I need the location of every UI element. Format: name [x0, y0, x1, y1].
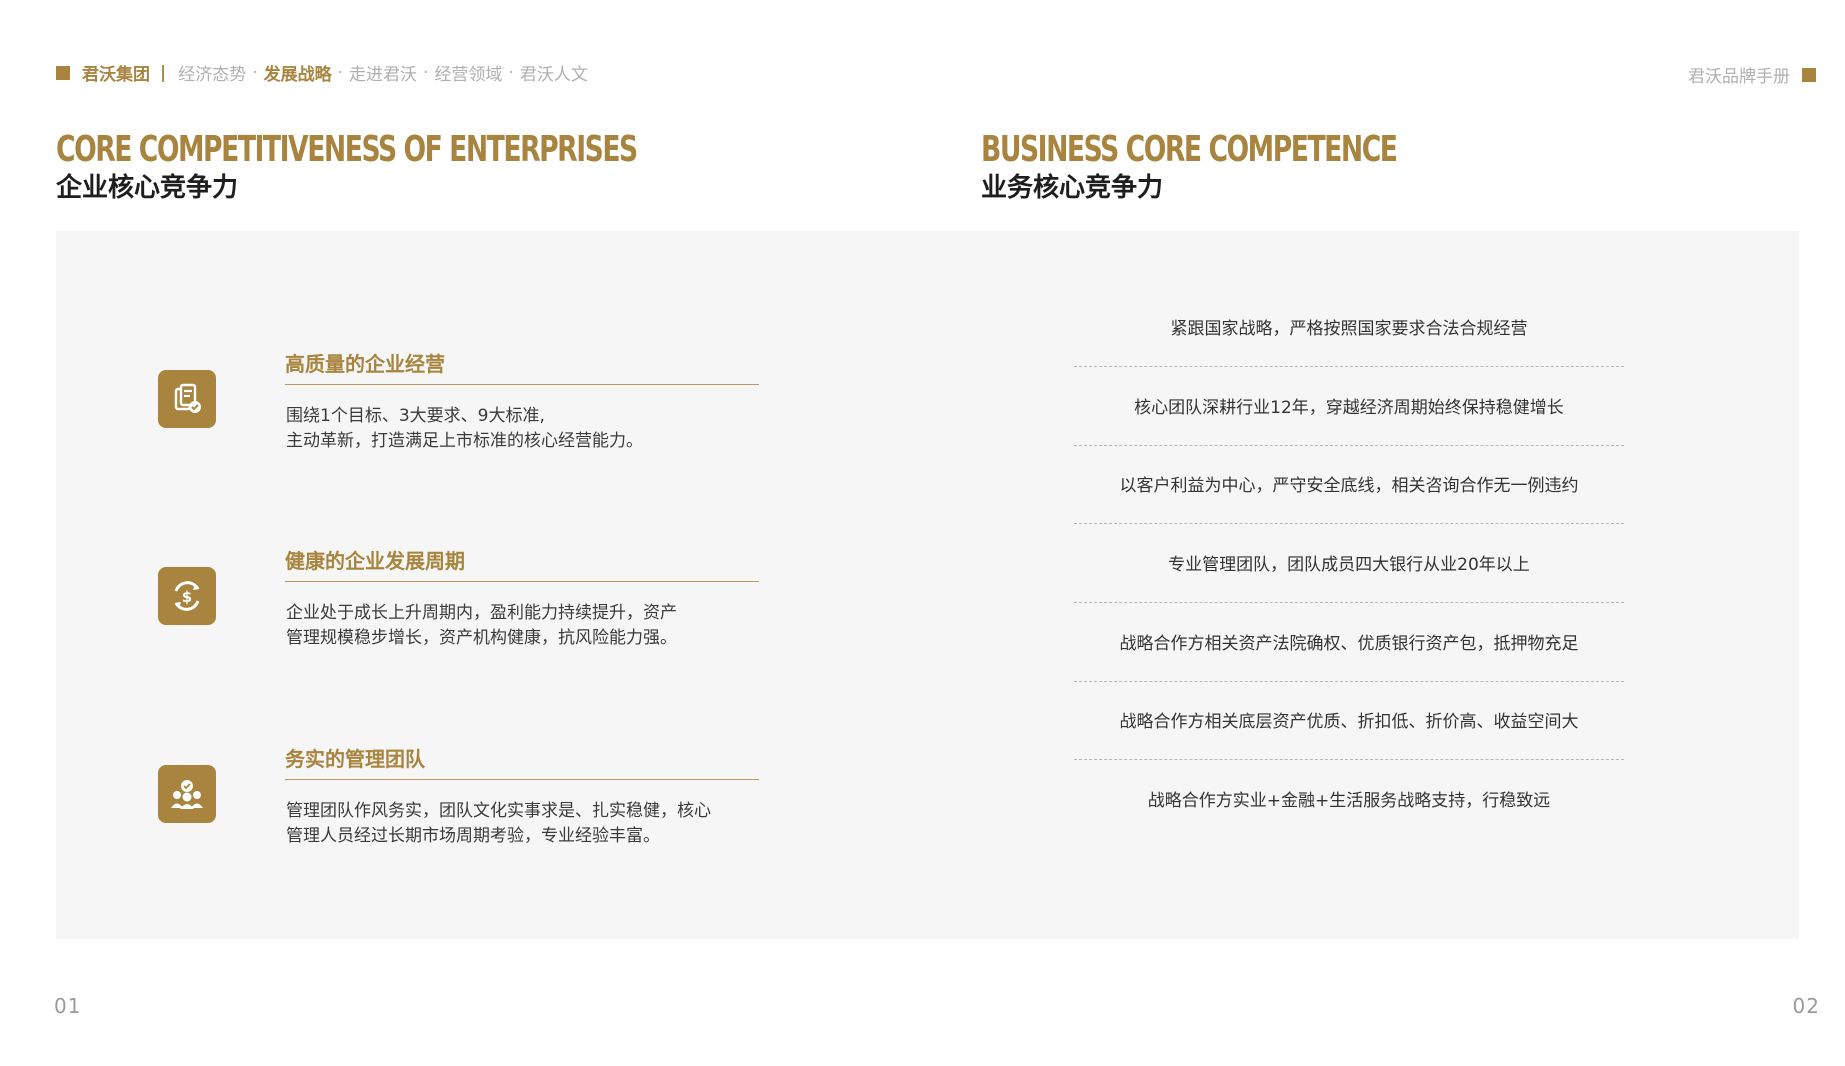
- nav-dot: ·: [337, 62, 344, 83]
- dashed-divider: [1074, 602, 1624, 604]
- feature-description: 管理团队作风务实，团队文化实事求是、扎实稳健，核心 管理人员经过长期市场周期考验…: [286, 799, 711, 849]
- competence-list: 紧跟国家战略，严格按照国家要求合法合规经营 核心团队深耕行业12年，穿越经济周期…: [1074, 319, 1624, 870]
- description-line: 管理团队作风务实，团队文化实事求是、扎实稳健，核心: [286, 801, 711, 821]
- nav-item-economy[interactable]: 经济态势: [178, 60, 246, 85]
- nav-dot: ·: [508, 62, 514, 83]
- gold-square-marker: [56, 65, 70, 80]
- list-item-text: 战略合作方实业+金融+生活服务战略支持，行稳致远: [1147, 791, 1551, 812]
- feature-title: 务实的管理团队: [285, 747, 425, 771]
- breadcrumb-nav: 君沃集团 | 经济态势 · 发展战略 · 走进君沃 · 经营领域 · 君沃人文: [56, 60, 588, 85]
- content-panel: 高质量的企业经营 围绕1个目标、3大要求、9大标准, 主动革新，打造满足上市标准…: [56, 231, 1799, 939]
- team-icon: [158, 765, 216, 823]
- left-title-en: CORE COMPETITIVENESS OF ENTERPRISES: [56, 129, 638, 170]
- feature-item: 高质量的企业经营 围绕1个目标、3大要求、9大标准, 主动革新，打造满足上市标准…: [56, 341, 776, 501]
- list-item-text: 专业管理团队，团队成员四大银行从业20年以上: [1168, 555, 1530, 576]
- document-check-icon: [158, 370, 216, 428]
- list-item: 紧跟国家战略，严格按照国家要求合法合规经营: [1074, 319, 1624, 398]
- dashed-divider: [1074, 759, 1624, 761]
- nav-item-culture[interactable]: 君沃人文: [520, 60, 588, 85]
- manual-text: 君沃品牌手册: [1688, 67, 1790, 87]
- right-title-zh: 业务核心竞争力: [981, 173, 1164, 203]
- svg-text:$: $: [182, 588, 192, 606]
- nav-dot: ·: [252, 62, 258, 83]
- list-item-text: 核心团队深耕行业12年，穿越经济周期始终保持稳健增长: [1134, 397, 1564, 418]
- list-item: 专业管理团队，团队成员四大银行从业20年以上: [1074, 555, 1624, 634]
- dashed-divider: [1074, 523, 1624, 525]
- list-item: 战略合作方相关资产法院确权、优质银行资产包，抵押物充足: [1074, 634, 1624, 713]
- feature-description: 企业处于成长上升周期内，盈利能力持续提升，资产 管理规模稳步增长，资产机构健康，…: [286, 601, 677, 651]
- feature-underline: [285, 779, 759, 780]
- nav-brand[interactable]: 君沃集团: [82, 60, 150, 85]
- dollar-cycle-icon: $: [158, 567, 216, 625]
- list-item: 以客户利益为中心，严守安全底线，相关咨询合作无一例违约: [1074, 476, 1624, 555]
- list-item-text: 战略合作方相关资产法院确权、优质银行资产包，抵押物充足: [1119, 633, 1579, 654]
- list-item-text: 战略合作方相关底层资产优质、折扣低、折价高、收益空间大: [1119, 712, 1579, 733]
- nav-item-strategy[interactable]: 发展战略: [264, 60, 332, 85]
- description-line: 主动革新，打造满足上市标准的核心经营能力。: [286, 431, 643, 451]
- description-line: 围绕1个目标、3大要求、9大标准,: [286, 406, 545, 426]
- dashed-divider: [1074, 680, 1624, 682]
- nav-item-about[interactable]: 走进君沃: [349, 60, 417, 85]
- feature-title: 健康的企业发展周期: [285, 549, 465, 573]
- right-title-en: BUSINESS CORE COMPETENCE: [981, 129, 1398, 170]
- list-item: 战略合作方实业+金融+生活服务战略支持，行稳致远: [1074, 791, 1624, 870]
- description-line: 管理人员经过长期市场周期考验，专业经验丰富。: [286, 826, 660, 846]
- list-item-text: 以客户利益为中心，严守安全底线，相关咨询合作无一例违约: [1119, 476, 1579, 497]
- list-item: 核心团队深耕行业12年，穿越经济周期始终保持稳健增长: [1074, 398, 1624, 477]
- feature-underline: [285, 581, 759, 582]
- nav-dot: ·: [423, 62, 429, 83]
- nav-item-business[interactable]: 经营领域: [434, 60, 502, 85]
- dashed-divider: [1074, 444, 1624, 446]
- list-item: 战略合作方相关底层资产优质、折扣低、折价高、收益空间大: [1074, 712, 1624, 791]
- page-number-right: 02: [1792, 994, 1820, 1018]
- gold-square-marker: [1802, 67, 1816, 82]
- description-line: 管理规模稳步增长，资产机构健康，抗风险能力强。: [286, 628, 677, 648]
- feature-description: 围绕1个目标、3大要求、9大标准, 主动革新，打造满足上市标准的核心经营能力。: [286, 404, 643, 454]
- nav-separator: |: [160, 62, 167, 83]
- description-line: 企业处于成长上升周期内，盈利能力持续提升，资产: [286, 603, 677, 623]
- page-number-left: 01: [54, 994, 82, 1018]
- left-title-zh: 企业核心竞争力: [56, 173, 239, 203]
- dashed-divider: [1074, 366, 1624, 367]
- brand-manual-label: 君沃品牌手册: [1688, 62, 1816, 87]
- feature-title: 高质量的企业经营: [285, 352, 445, 376]
- list-item-text: 紧跟国家战略，严格按照国家要求合法合规经营: [1170, 319, 1528, 339]
- feature-item: 务实的管理团队 管理团队作风务实，团队文化实事求是、扎实稳健，核心 管理人员经过…: [56, 736, 776, 896]
- feature-underline: [285, 384, 759, 385]
- feature-item: $ 健康的企业发展周期 企业处于成长上升周期内，盈利能力持续提升，资产 管理规模…: [56, 538, 776, 698]
